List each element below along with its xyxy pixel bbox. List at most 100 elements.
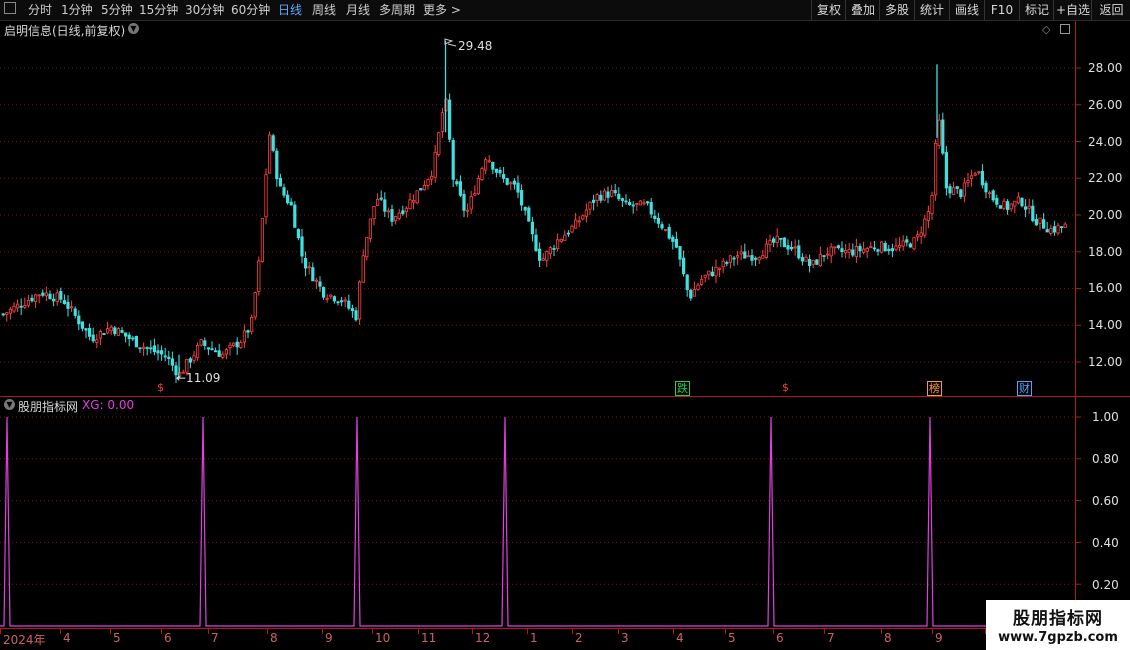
candle-up (833, 246, 837, 249)
x-axis-label: 12 (475, 631, 491, 645)
candle-down (682, 257, 686, 275)
candle-down (379, 197, 383, 200)
candle-up (116, 328, 120, 336)
candle-down (120, 330, 124, 333)
candle-up (469, 196, 473, 210)
candle-down (217, 350, 221, 357)
candle-up (34, 294, 38, 303)
candle-up (764, 243, 769, 258)
candle-up (408, 199, 412, 210)
candle-up (368, 218, 373, 239)
event-marker-drop[interactable]: 跌 (675, 381, 690, 396)
candle-down (339, 300, 344, 303)
x-axis-label: 6 (164, 631, 172, 645)
candle-down (530, 221, 535, 235)
candle-up (221, 353, 225, 358)
candle-up (970, 175, 974, 179)
candle-up (696, 284, 700, 290)
low-price-marker: ←11.09 (176, 371, 221, 385)
candle-up (440, 112, 445, 132)
candle-up (588, 201, 592, 210)
candle-down (613, 190, 617, 194)
candle-down (883, 242, 887, 252)
candle-up (106, 328, 110, 334)
candle-up (768, 240, 772, 246)
candle-down (512, 180, 517, 185)
candle-up (934, 142, 938, 196)
candle-down (149, 347, 153, 350)
candle-up (199, 339, 203, 346)
candle-down (948, 186, 952, 194)
candle-down (840, 248, 844, 253)
candle-down (19, 305, 23, 308)
candle-up (386, 210, 391, 213)
candle-up (912, 237, 916, 250)
candle-down (289, 201, 293, 206)
candle-up (916, 234, 920, 238)
candle-up (977, 171, 981, 174)
x-axis-label: 5 (728, 631, 736, 645)
candle-down (145, 347, 149, 349)
candle-up (343, 299, 347, 302)
candle-down (782, 237, 787, 248)
x-axis-label: 9 (325, 631, 333, 645)
candle-down (908, 243, 913, 248)
candle-up (1049, 228, 1053, 235)
candle-down (462, 193, 466, 211)
candle-up (898, 244, 902, 248)
candle-down (649, 202, 653, 215)
candle-up (721, 260, 725, 268)
candle-down (505, 178, 509, 185)
candle-up (55, 292, 59, 303)
candle-up (26, 300, 31, 306)
candle-down (743, 251, 747, 259)
event-marker-finance[interactable]: 财 (1017, 381, 1032, 396)
candle-up (714, 267, 718, 277)
candle-down (30, 297, 34, 302)
candle-down (750, 255, 754, 261)
candle-down (566, 232, 571, 235)
candle-up (869, 246, 873, 248)
indicator-y-tick: 1.00 (1092, 410, 1119, 424)
watermark-url: www.7gpzb.com (998, 630, 1118, 645)
candle-up (966, 180, 970, 184)
y-tick-label: 16.00 (1088, 281, 1123, 295)
candle-up (761, 255, 765, 259)
candle-down (206, 347, 210, 350)
high-price-pointer (447, 43, 457, 47)
candle-up (1002, 200, 1006, 209)
candle-up (577, 220, 581, 223)
candle-up (973, 173, 977, 176)
candle-down (836, 245, 841, 249)
candle-down (66, 301, 70, 309)
candle-down (401, 210, 405, 215)
candle-down (984, 182, 988, 193)
kline-chart[interactable] (0, 0, 1130, 650)
candle-up (818, 253, 823, 267)
candle-down (995, 197, 999, 205)
candle-down (628, 202, 632, 205)
candle-up (260, 218, 265, 262)
candle-down (944, 152, 949, 189)
candle-up (847, 249, 851, 253)
candle-down (1034, 219, 1038, 226)
event-marker-dividend[interactable]: $ (156, 381, 165, 394)
candle-down (494, 168, 499, 173)
candle-down (646, 201, 650, 204)
x-axis-label: 4 (63, 631, 71, 645)
candle-up (739, 251, 743, 255)
event-marker-dividend[interactable]: $ (781, 381, 790, 394)
candle-down (998, 205, 1003, 209)
candle-up (224, 349, 228, 355)
event-marker-ranking[interactable]: 榜 (927, 381, 942, 396)
candle-up (988, 192, 992, 195)
candle-down (134, 335, 138, 348)
candle-up (8, 308, 12, 314)
candle-up (865, 248, 869, 252)
candle-down (1045, 229, 1049, 233)
candle-up (1016, 196, 1021, 204)
candle-up (736, 255, 740, 258)
y-tick-label: 14.00 (1088, 318, 1123, 332)
candle-down (624, 200, 628, 203)
candle-down (203, 340, 207, 346)
